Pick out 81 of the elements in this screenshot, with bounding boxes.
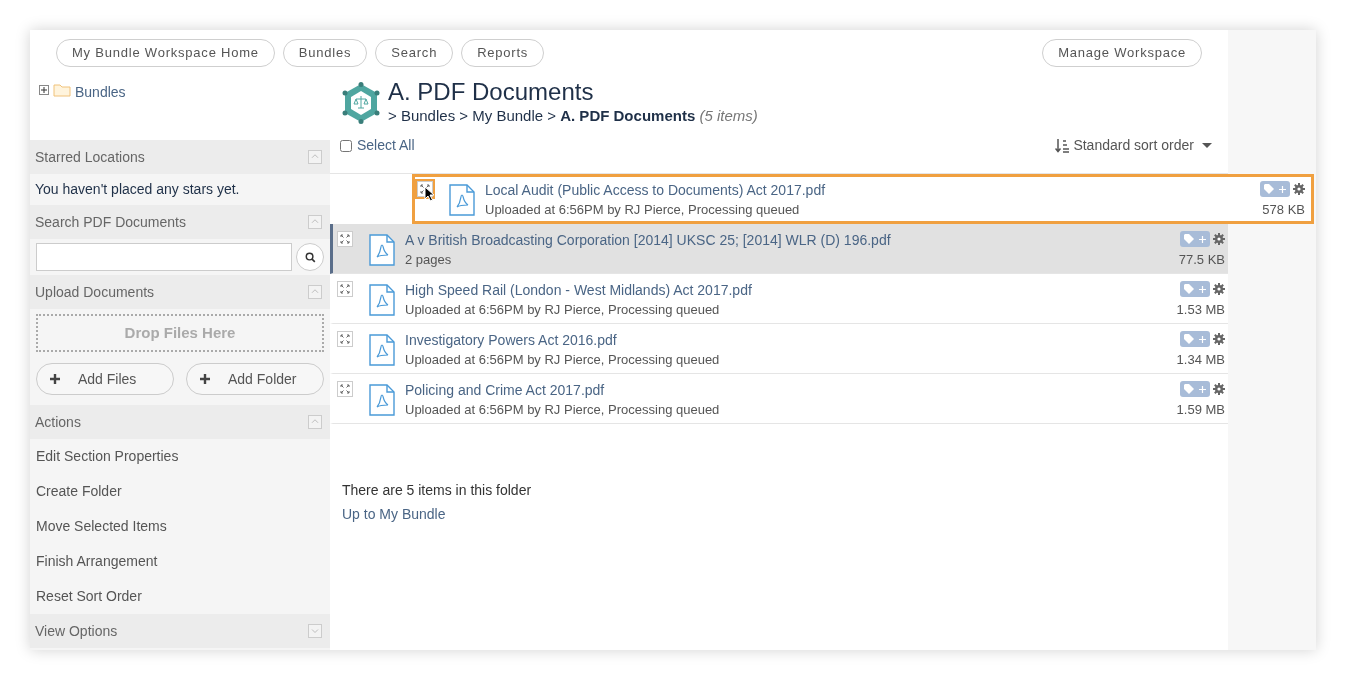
pdf-file-icon bbox=[369, 234, 395, 266]
gear-icon[interactable] bbox=[1293, 183, 1305, 195]
search-button[interactable] bbox=[296, 243, 324, 271]
expand-toggle[interactable] bbox=[39, 85, 49, 95]
file-size: 1.59 MB bbox=[1176, 401, 1225, 419]
panel-title: View Options bbox=[35, 621, 118, 641]
tag-icon bbox=[1184, 334, 1196, 344]
nav-button[interactable]: Reports bbox=[461, 38, 545, 67]
plus-icon bbox=[1279, 185, 1286, 193]
gear-icon[interactable] bbox=[1213, 233, 1225, 245]
plus-icon bbox=[50, 374, 60, 384]
expand-icon[interactable] bbox=[337, 381, 353, 397]
panel-title: Upload Documents bbox=[35, 282, 155, 302]
file-name-link[interactable]: Local Audit (Public Access to Documents) Act 2017.pdf bbox=[485, 181, 826, 200]
file-details: Uploaded at 6:56PM by RJ Pierce, Processing queued bbox=[405, 351, 720, 369]
file-details: 2 pages bbox=[405, 251, 453, 269]
gear-icon[interactable] bbox=[1213, 283, 1225, 295]
file-size: 77.5 KB bbox=[1178, 251, 1225, 269]
panel-title: Search PDF Documents bbox=[35, 212, 186, 232]
file-details: Uploaded at 6:56PM by RJ Pierce, Processing queued bbox=[405, 301, 721, 319]
file-details: Uploaded at 6:56PM by RJ Pierce, Processing queued bbox=[485, 201, 801, 219]
file-name-link[interactable]: Policing and Crime Act 2017.pdf bbox=[405, 381, 720, 400]
plus-icon bbox=[1199, 235, 1206, 243]
expand-icon[interactable] bbox=[337, 231, 353, 247]
gear-icon[interactable] bbox=[1213, 383, 1225, 395]
expand-icon[interactable] bbox=[337, 281, 353, 297]
file-size: 1.34 MB bbox=[1176, 351, 1225, 369]
file-row[interactable]: A v British Broadcasting Corporation [2014] UKSC 25; [2014] WLR (D) 196.pdf 2 pages 77.5 KB bbox=[330, 224, 1228, 274]
panel-title: Starred Locations bbox=[35, 147, 145, 167]
action-link[interactable]: Finish Arrangement bbox=[36, 551, 158, 572]
search-icon bbox=[304, 251, 316, 263]
collapse-toggle[interactable] bbox=[308, 624, 322, 638]
plus-icon bbox=[1199, 385, 1206, 393]
file-name-link[interactable]: Investigatory Powers Act 2016.pdf bbox=[405, 331, 720, 350]
plus-icon bbox=[1199, 335, 1206, 343]
pdf-file-icon bbox=[369, 284, 395, 316]
select-all-checkbox[interactable] bbox=[340, 139, 352, 152]
plus-icon bbox=[1199, 285, 1206, 293]
action-link[interactable]: Edit Section Properties bbox=[36, 446, 179, 467]
file-name-link[interactable]: High Speed Rail (London - West Midlands) Act 2017.pdf bbox=[405, 281, 752, 300]
search-field[interactable] bbox=[36, 243, 292, 271]
action-link[interactable]: Move Selected Items bbox=[36, 516, 167, 537]
breadcrumb: > Bundles > My Bundle > A. PDF Documents (5 items) bbox=[388, 105, 758, 126]
tree-item[interactable]: Bundles bbox=[75, 82, 126, 103]
folder-summary: There are 5 items in this folder bbox=[342, 481, 533, 500]
caret-icon bbox=[1202, 142, 1212, 149]
tag-icon bbox=[1184, 284, 1196, 294]
tag-icon bbox=[1264, 184, 1276, 194]
file-name-link[interactable]: A v British Broadcasting Corporation [2014] UKSC 25; [2014] WLR (D) 196.pdf bbox=[405, 231, 891, 250]
collapse-toggle[interactable] bbox=[308, 415, 322, 429]
action-link[interactable]: Reset Sort Order bbox=[36, 586, 142, 607]
file-size: 1.53 MB bbox=[1176, 301, 1225, 319]
action-link[interactable]: Create Folder bbox=[36, 481, 122, 502]
pdf-file-icon bbox=[449, 184, 475, 216]
nav-button[interactable]: Bundles bbox=[282, 38, 368, 67]
page-title: A. PDF Documents bbox=[388, 78, 595, 105]
plus-icon bbox=[200, 374, 210, 384]
select-all-label[interactable]: Select All bbox=[357, 135, 415, 156]
empty-message: You haven't placed any stars yet. bbox=[35, 180, 240, 199]
tag-icon bbox=[1184, 234, 1196, 244]
add-button[interactable]: Add Folder bbox=[186, 363, 324, 395]
add-button[interactable]: Add Files bbox=[36, 363, 174, 395]
panel-title: Actions bbox=[35, 412, 81, 432]
collapse-toggle[interactable] bbox=[308, 150, 322, 164]
manage-workspace-button[interactable]: Manage Workspace bbox=[1042, 38, 1202, 67]
gear-icon[interactable] bbox=[1213, 333, 1225, 345]
folder-icon bbox=[53, 83, 71, 97]
nav-button[interactable]: Search bbox=[375, 38, 454, 67]
collapse-toggle[interactable] bbox=[308, 285, 322, 299]
logo-icon bbox=[342, 82, 380, 124]
expand-icon[interactable] bbox=[337, 331, 353, 347]
tag-icon bbox=[1184, 384, 1196, 394]
nav-button[interactable]: My Bundle Workspace Home bbox=[56, 38, 275, 67]
file-size: 578 KB bbox=[1262, 201, 1305, 219]
up-link[interactable]: Up to My Bundle bbox=[342, 504, 446, 525]
collapse-toggle[interactable] bbox=[308, 215, 322, 229]
file-details: Uploaded at 6:56PM by RJ Pierce, Processing queued bbox=[405, 401, 720, 419]
sort-icon bbox=[1055, 138, 1070, 153]
pdf-file-icon bbox=[369, 384, 395, 416]
sort-dropdown[interactable]: Standard sort order bbox=[1055, 135, 1212, 156]
pdf-file-icon bbox=[369, 334, 395, 366]
